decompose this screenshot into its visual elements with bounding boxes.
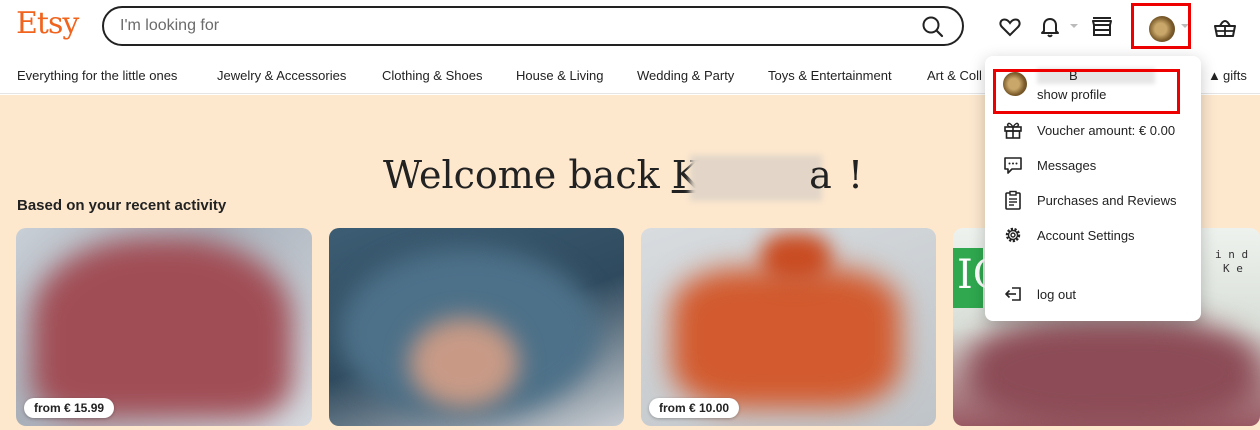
nav-item-house[interactable]: House & Living — [516, 68, 603, 83]
section-title: Based on your recent activity — [17, 197, 227, 214]
logout-icon — [1005, 287, 1021, 301]
nav-item-clothing[interactable]: Clothing & Shoes — [382, 68, 482, 83]
product-image — [671, 268, 901, 408]
gift-icon — [1004, 122, 1022, 139]
nav-item-toys[interactable]: Toys & Entertainment — [768, 68, 892, 83]
search-bar[interactable] — [102, 6, 964, 46]
blurred-username — [1037, 68, 1155, 84]
cart-icon[interactable] — [1212, 14, 1238, 40]
blurred-name — [689, 155, 822, 201]
price-badge: from € 15.99 — [24, 398, 115, 418]
search-icon[interactable] — [920, 14, 946, 40]
product-image-detail — [761, 233, 831, 283]
purchases-item[interactable]: Purchases and Reviews — [985, 184, 1201, 216]
gear-icon — [1005, 227, 1021, 243]
heart-icon[interactable] — [997, 14, 1023, 40]
welcome-suffix: ! — [835, 153, 864, 197]
chevron-down-icon[interactable] — [1180, 22, 1190, 30]
header: Etsy — [0, 0, 1260, 56]
messages-label: Messages — [1037, 158, 1097, 173]
etsy-logo[interactable]: Etsy — [16, 6, 79, 41]
nav-item-art[interactable]: Art & Coll — [927, 68, 982, 83]
chevron-down-icon[interactable] — [1069, 22, 1079, 30]
nav-item-gifts[interactable]: gifts — [1223, 68, 1247, 83]
product-card[interactable]: from € 15.99 — [16, 228, 312, 426]
nav-item-little-ones[interactable]: Everything for the little ones — [17, 68, 177, 83]
price-badge: from € 10.00 — [649, 398, 740, 418]
message-icon — [1004, 157, 1022, 174]
account-settings-item[interactable]: Account Settings — [985, 219, 1201, 251]
shop-icon[interactable] — [1089, 14, 1115, 40]
name-last-letter: a — [809, 153, 832, 197]
card-fragment-text: i n d — [1215, 248, 1249, 261]
account-settings-label: Account Settings — [1037, 228, 1135, 243]
nav-item-wedding[interactable]: Wedding & Party — [637, 68, 734, 83]
card-fragment-text: K e — [1223, 262, 1243, 275]
username-initial: B — [1069, 68, 1078, 83]
messages-item[interactable]: Messages — [985, 149, 1201, 181]
product-image — [32, 238, 292, 418]
clipboard-icon — [1005, 190, 1021, 210]
product-card[interactable] — [329, 228, 624, 426]
search-input[interactable] — [120, 16, 880, 36]
show-profile-label: show profile — [1037, 87, 1107, 102]
avatar — [1003, 72, 1027, 96]
bell-icon[interactable] — [1037, 14, 1063, 40]
avatar[interactable] — [1149, 16, 1175, 42]
product-card[interactable]: from € 10.00 — [641, 228, 936, 426]
logout-item[interactable]: log out — [985, 278, 1201, 310]
account-dropdown: B show profile Voucher amount: € 0.00 Me… — [985, 56, 1201, 321]
welcome-heading: Welcome back K a ! — [383, 153, 864, 201]
product-image — [968, 318, 1258, 426]
purchases-label: Purchases and Reviews — [1037, 193, 1177, 208]
profile-name-link[interactable]: K a — [672, 153, 836, 201]
voucher-label: Voucher amount: € 0.00 — [1037, 123, 1176, 138]
logout-label: log out — [1037, 287, 1077, 302]
nav-item-gifts-icon: ▲ — [1208, 68, 1221, 83]
voucher-item[interactable]: Voucher amount: € 0.00 — [985, 114, 1201, 146]
welcome-prefix: Welcome back — [383, 153, 660, 197]
show-profile-item[interactable]: B show profile — [985, 64, 1201, 114]
product-image-detail — [409, 318, 519, 408]
nav-item-jewelry[interactable]: Jewelry & Accessories — [217, 68, 346, 83]
